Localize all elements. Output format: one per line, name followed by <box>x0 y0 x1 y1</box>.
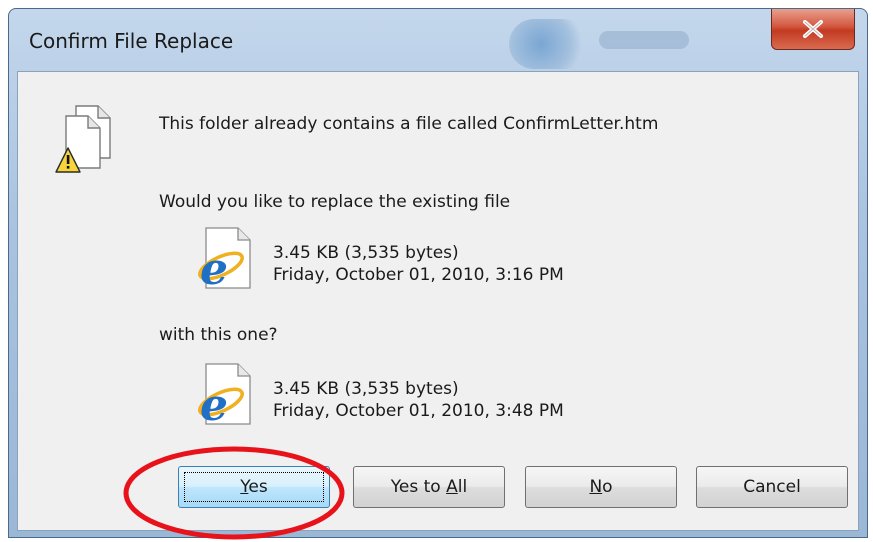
title-bar[interactable]: Confirm File Replace <box>9 9 867 71</box>
internet-explorer-file-icon: e <box>198 227 251 295</box>
existing-file-date: Friday, October 01, 2010, 3:16 PM <box>273 265 564 285</box>
yes-to-all-button[interactable]: Yes to All <box>353 466 505 508</box>
confirm-file-replace-dialog: Confirm File Replace This folder already… <box>8 8 868 538</box>
existing-file-size: 3.45 KB (3,535 bytes) <box>273 243 459 263</box>
with-this-one-text: with this one? <box>159 325 278 345</box>
background-blur-text <box>599 31 689 49</box>
background-blur <box>509 19 589 69</box>
window-title: Confirm File Replace <box>29 29 234 53</box>
question-text: Would you like to replace the existing f… <box>159 192 511 212</box>
new-file-size: 3.45 KB (3,535 bytes) <box>273 379 459 399</box>
cancel-button[interactable]: Cancel <box>696 466 848 508</box>
dialog-body: This folder already contains a file call… <box>17 71 859 531</box>
yes-button[interactable]: Yes <box>178 466 330 508</box>
close-icon <box>803 19 823 38</box>
svg-text:e: e <box>200 380 228 430</box>
existing-file-icon: e <box>190 224 256 295</box>
internet-explorer-file-icon: e <box>198 363 251 431</box>
svg-text:e: e <box>200 244 228 294</box>
close-button[interactable] <box>771 9 855 50</box>
yes-to-all-button-label: Yes to All <box>390 477 468 497</box>
no-button[interactable]: No <box>525 466 677 508</box>
new-file-date: Friday, October 01, 2010, 3:48 PM <box>273 401 564 421</box>
file-warning-icon <box>55 105 111 173</box>
focus-rectangle <box>184 472 324 502</box>
no-button-label: No <box>589 477 613 497</box>
new-file-icon: e <box>190 360 256 431</box>
message-text: This folder already contains a file call… <box>159 114 659 134</box>
